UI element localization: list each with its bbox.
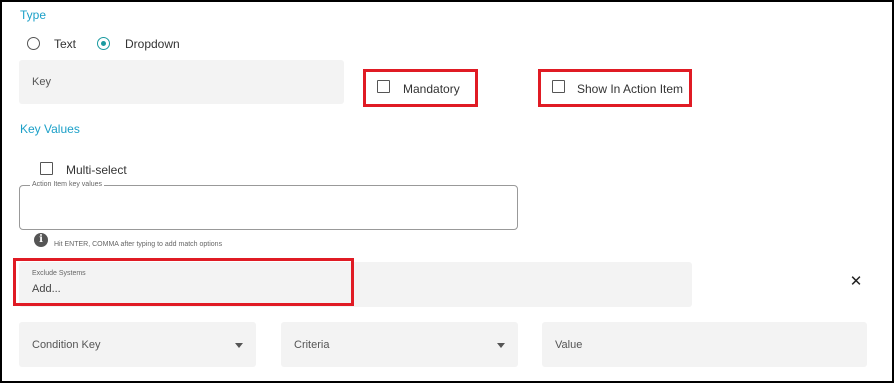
hint-text: Hit ENTER, COMMA after typing to add mat…	[54, 241, 223, 248]
show-in-action-item-checkbox-box[interactable]	[552, 80, 565, 93]
action-item-key-values-label: Action Item key values	[30, 181, 105, 188]
multi-select-checkbox[interactable]: Multi-select	[40, 162, 150, 178]
chevron-down-icon	[497, 343, 505, 348]
criteria-placeholder: Criteria	[294, 339, 330, 351]
show-in-action-item-checkbox[interactable]: Show In Action Item	[552, 80, 687, 96]
condition-key-select[interactable]: Condition Key	[19, 322, 256, 367]
radio-option-text[interactable]: Text	[27, 37, 87, 53]
key-field-placeholder: Key	[32, 76, 51, 88]
mandatory-checkbox[interactable]: Mandatory	[377, 80, 472, 96]
radio-text-indicator[interactable]	[27, 37, 40, 50]
exclude-systems-label: Exclude Systems	[32, 270, 86, 277]
value-field[interactable]: Value	[542, 322, 867, 367]
mandatory-checkbox-box[interactable]	[377, 80, 390, 93]
radio-option-dropdown[interactable]: Dropdown	[97, 37, 197, 53]
criteria-select[interactable]: Criteria	[281, 322, 518, 367]
key-values-section-label: Key Values	[20, 122, 80, 136]
radio-dropdown-label: Dropdown	[125, 37, 180, 51]
info-icon: i	[34, 233, 48, 247]
close-icon[interactable]: ✕	[849, 274, 863, 290]
key-field[interactable]: Key	[19, 60, 344, 104]
condition-key-placeholder: Condition Key	[32, 339, 101, 351]
multi-select-checkbox-box[interactable]	[40, 162, 53, 175]
radio-text-label: Text	[54, 37, 77, 51]
multi-select-label: Multi-select	[66, 163, 127, 177]
exclude-systems-input[interactable]: Add...	[32, 283, 61, 295]
value-placeholder: Value	[555, 339, 583, 351]
mandatory-label: Mandatory	[403, 82, 460, 96]
radio-dropdown-indicator[interactable]	[97, 37, 110, 50]
action-item-key-values-field[interactable]	[19, 185, 518, 230]
exclude-systems-highlight	[13, 258, 354, 306]
show-in-action-item-label: Show In Action Item	[577, 82, 684, 96]
type-section-label: Type	[20, 8, 47, 22]
chevron-down-icon	[235, 343, 243, 348]
